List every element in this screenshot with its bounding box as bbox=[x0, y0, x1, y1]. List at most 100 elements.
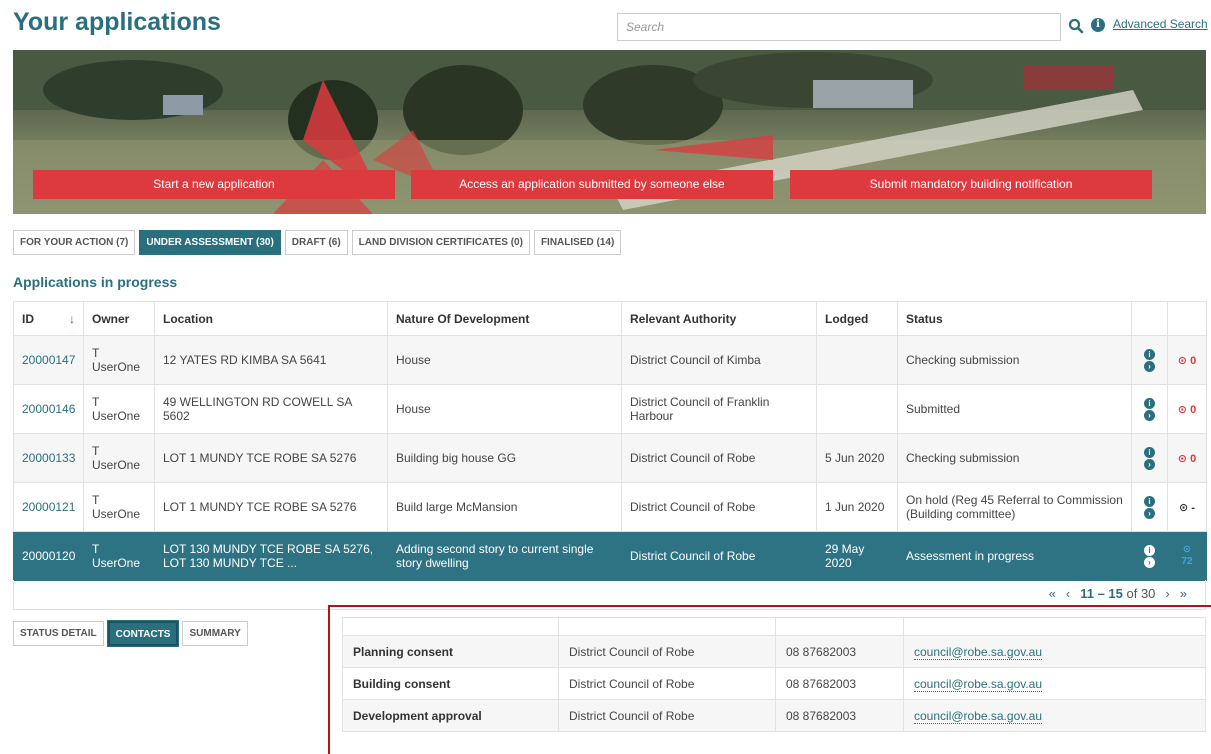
prev-page-icon[interactable]: ‹ bbox=[1066, 586, 1070, 601]
table-row[interactable]: 20000133 T UserOne LOT 1 MUNDY TCE ROBE S… bbox=[13, 433, 1207, 483]
table-row[interactable]: 20000146 T UserOne 49 WELLINGTON RD COWEL… bbox=[13, 384, 1207, 434]
contact-row: Development approval District Council of… bbox=[342, 699, 1206, 732]
section-title: Applications in progress bbox=[13, 274, 178, 290]
access-application-button[interactable]: Access an application submitted by someo… bbox=[411, 170, 773, 199]
next-page-icon[interactable]: › bbox=[1165, 586, 1169, 601]
tab-status-detail[interactable]: STATUS DETAIL bbox=[13, 621, 104, 646]
row-actions: i › bbox=[1131, 384, 1168, 434]
authority-cell: District Council of Robe bbox=[621, 433, 817, 483]
lodged-cell bbox=[816, 335, 898, 385]
nature-cell: Build large McMansion bbox=[387, 482, 622, 532]
consent-type: Planning consent bbox=[342, 635, 559, 668]
table-row[interactable]: 20000121 T UserOne LOT 1 MUNDY TCE ROBE S… bbox=[13, 482, 1207, 532]
tab-under-assessment[interactable]: UNDER ASSESSMENT (30) bbox=[139, 230, 281, 255]
contact-email-link[interactable]: council@robe.sa.gov.au bbox=[914, 644, 1043, 660]
last-page-icon[interactable]: » bbox=[1180, 586, 1187, 601]
row-actions: i › bbox=[1131, 531, 1168, 581]
column-header-authority[interactable]: Relevant Authority bbox=[621, 301, 817, 336]
clock-icon: ⊙ 0 bbox=[1177, 453, 1197, 465]
chevron-right-icon[interactable]: › bbox=[1144, 409, 1155, 421]
tab-contacts[interactable]: CONTACTS bbox=[107, 621, 179, 646]
column-header-status[interactable]: Status bbox=[897, 301, 1132, 336]
column-header-actions bbox=[1131, 301, 1168, 336]
contact-authority: District Council of Robe bbox=[558, 699, 776, 732]
column-header-lodged[interactable]: Lodged bbox=[816, 301, 898, 336]
application-id-link[interactable]: 20000133 bbox=[22, 451, 75, 465]
tab-finalised[interactable]: FINALISED (14) bbox=[533, 230, 622, 255]
application-tabs: FOR YOUR ACTION (7) UNDER ASSESSMENT (30… bbox=[13, 230, 622, 255]
location-cell: 49 WELLINGTON RD COWELL SA 5602 bbox=[154, 384, 388, 434]
tab-summary[interactable]: SUMMARY bbox=[182, 621, 248, 646]
contact-authority: District Council of Robe bbox=[558, 667, 776, 700]
advanced-search-link[interactable]: Advanced Search bbox=[1113, 17, 1208, 31]
info-icon[interactable]: i bbox=[1144, 348, 1155, 360]
status-cell: Assessment in progress bbox=[897, 531, 1132, 581]
info-icon[interactable]: i bbox=[1144, 446, 1155, 458]
status-cell: Submitted bbox=[897, 384, 1132, 434]
authority-cell: District Council of Kimba bbox=[621, 335, 817, 385]
status-cell: Checking submission bbox=[897, 335, 1132, 385]
chevron-right-icon[interactable]: › bbox=[1144, 507, 1155, 519]
clock-icon: ⊙ - bbox=[1179, 502, 1195, 514]
start-new-application-button[interactable]: Start a new application bbox=[33, 170, 395, 199]
applications-table: ID ↓ Owner Location Nature Of Development… bbox=[13, 301, 1207, 581]
info-icon[interactable]: i bbox=[1144, 397, 1155, 409]
tab-for-your-action[interactable]: FOR YOUR ACTION (7) bbox=[13, 230, 136, 255]
tab-draft[interactable]: DRAFT (6) bbox=[284, 230, 348, 255]
sort-down-icon[interactable]: ↓ bbox=[69, 312, 75, 326]
application-id-link[interactable]: 20000147 bbox=[22, 353, 75, 367]
page-title: Your applications bbox=[13, 8, 221, 36]
owner-cell: T UserOne bbox=[83, 482, 155, 532]
lodged-cell: 1 Jun 2020 bbox=[816, 482, 898, 532]
info-icon[interactable]: i bbox=[1091, 18, 1105, 32]
nature-cell: Building big house GG bbox=[387, 433, 622, 483]
search-input[interactable] bbox=[618, 14, 1060, 40]
contact-email-link[interactable]: council@robe.sa.gov.au bbox=[914, 708, 1043, 724]
lodged-cell: 5 Jun 2020 bbox=[816, 433, 898, 483]
contacts-table: Planning consent District Council of Rob… bbox=[342, 617, 1206, 732]
contact-row: Planning consent District Council of Rob… bbox=[342, 635, 1206, 668]
nature-cell: House bbox=[387, 335, 622, 385]
submit-building-notification-button[interactable]: Submit mandatory building notification bbox=[790, 170, 1152, 199]
owner-cell: T UserOne bbox=[83, 335, 155, 385]
application-id-link[interactable]: 20000120 bbox=[22, 549, 75, 563]
column-header-owner[interactable]: Owner bbox=[83, 301, 155, 336]
chevron-right-icon[interactable]: › bbox=[1144, 556, 1155, 568]
application-id-link[interactable]: 20000146 bbox=[22, 402, 75, 416]
authority-cell: District Council of Franklin Harbour bbox=[621, 384, 817, 434]
consent-type: Development approval bbox=[342, 699, 559, 732]
column-header-location[interactable]: Location bbox=[154, 301, 388, 336]
location-cell: LOT 130 MUNDY TCE ROBE SA 5276, LOT 130 … bbox=[154, 531, 388, 581]
search-box[interactable] bbox=[617, 13, 1061, 41]
contact-phone: 08 87682003 bbox=[775, 667, 904, 700]
info-icon[interactable]: i bbox=[1144, 544, 1155, 556]
contact-phone: 08 87682003 bbox=[775, 699, 904, 732]
row-actions: i › bbox=[1131, 335, 1168, 385]
contacts-header-row bbox=[342, 617, 1206, 636]
nature-cell: Adding second story to current single st… bbox=[387, 531, 622, 581]
chevron-right-icon[interactable]: › bbox=[1144, 360, 1155, 372]
search-icon[interactable] bbox=[1068, 18, 1084, 34]
first-page-icon[interactable]: « bbox=[1049, 586, 1056, 601]
page-total: of 30 bbox=[1126, 586, 1156, 601]
application-id-link[interactable]: 20000121 bbox=[22, 500, 75, 514]
column-header-id[interactable]: ID ↓ bbox=[13, 301, 84, 336]
chevron-right-icon[interactable]: › bbox=[1144, 458, 1155, 470]
authority-cell: District Council of Robe bbox=[621, 482, 817, 532]
tab-land-division-certificates[interactable]: LAND DIVISION CERTIFICATES (0) bbox=[351, 230, 530, 255]
table-row[interactable]: 20000147 T UserOne 12 YATES RD KIMBA SA 5… bbox=[13, 335, 1207, 385]
detail-tabs: STATUS DETAIL CONTACTS SUMMARY bbox=[13, 621, 248, 646]
consent-type: Building consent bbox=[342, 667, 559, 700]
column-header-nature[interactable]: Nature Of Development bbox=[387, 301, 622, 336]
info-icon[interactable]: i bbox=[1144, 495, 1155, 507]
lodged-cell bbox=[816, 384, 898, 434]
nature-cell: House bbox=[387, 384, 622, 434]
owner-cell: T UserOne bbox=[83, 433, 155, 483]
contact-email-link[interactable]: council@robe.sa.gov.au bbox=[914, 676, 1043, 692]
pagination: « ‹ 11 – 15 of 30 › » bbox=[1049, 586, 1187, 601]
location-cell: LOT 1 MUNDY TCE ROBE SA 5276 bbox=[154, 433, 388, 483]
status-cell: Checking submission bbox=[897, 433, 1132, 483]
table-row-selected[interactable]: 20000120 T UserOne LOT 130 MUNDY TCE ROBE… bbox=[13, 531, 1207, 581]
lodged-cell: 29 May 2020 bbox=[816, 531, 898, 581]
clock-icon: ⊙ 0 bbox=[1177, 404, 1197, 416]
